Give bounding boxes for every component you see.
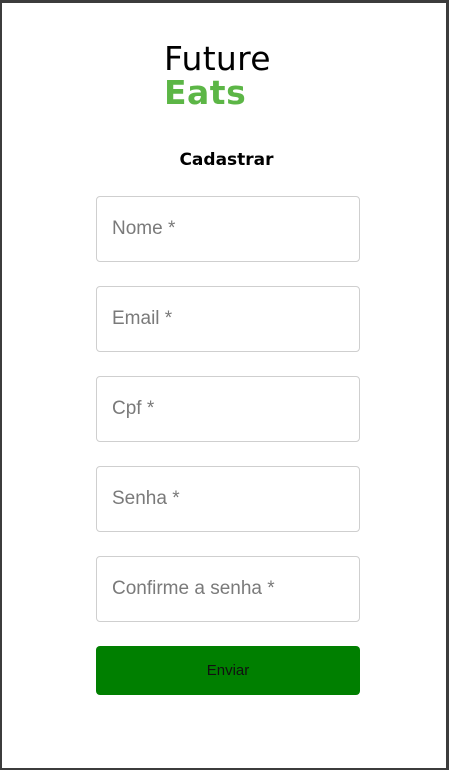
page-title: Cadastrar [179,150,274,170]
signup-screen: Future Eats Cadastrar Enviar [0,0,449,770]
cpf-field[interactable] [96,376,360,442]
confirm-password-field[interactable] [96,556,360,622]
logo-text-future: Future [164,39,271,78]
future-eats-logo: Future Eats [164,41,294,113]
email-field[interactable] [96,286,360,352]
logo-text-eats: Eats [164,73,247,112]
name-field[interactable] [96,196,360,262]
submit-button[interactable]: Enviar [96,646,360,695]
password-field[interactable] [96,466,360,532]
